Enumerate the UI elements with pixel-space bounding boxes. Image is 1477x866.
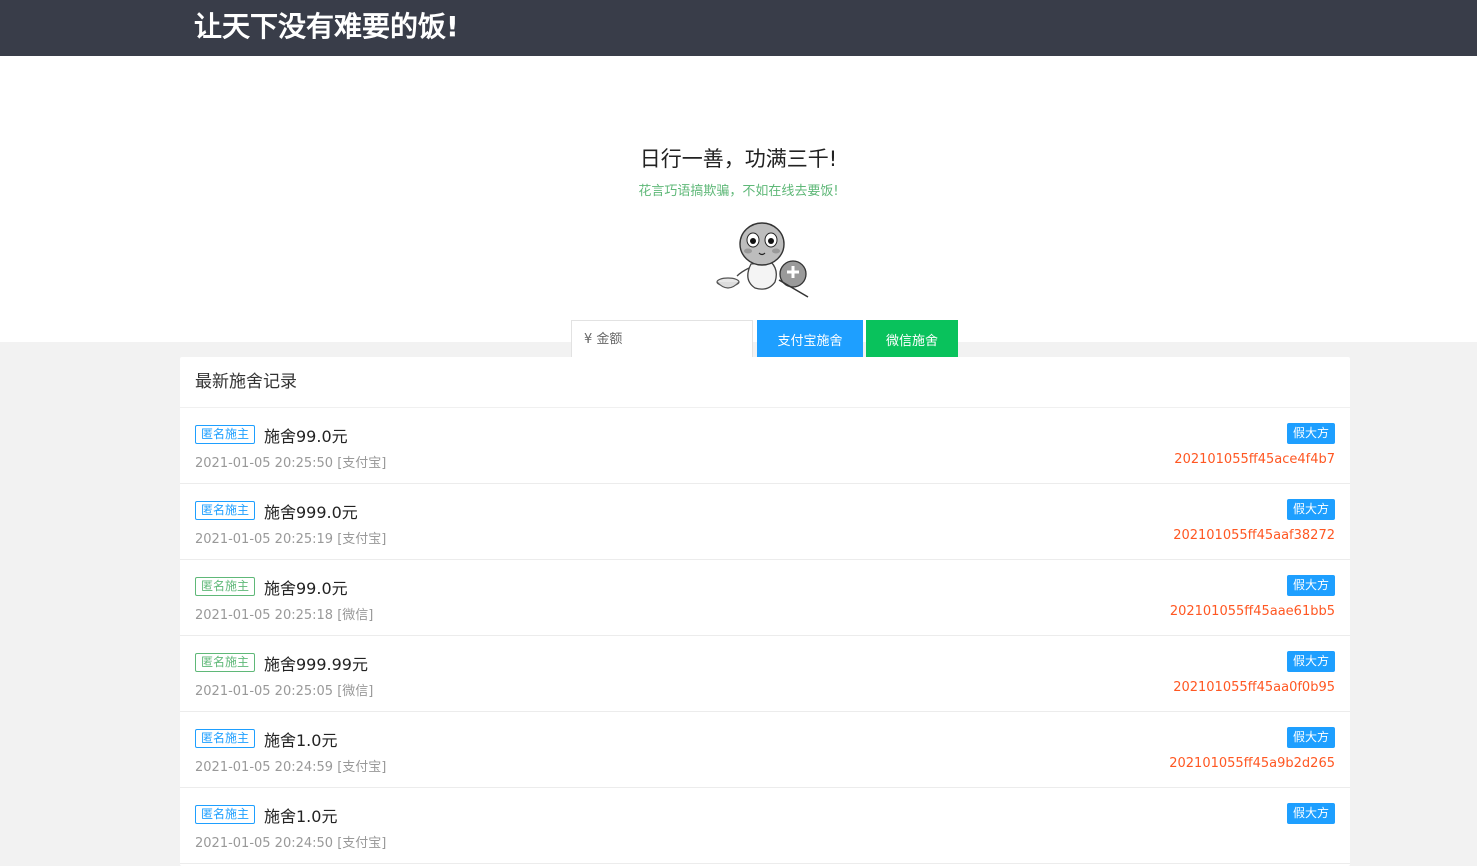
payment-method: [微信]: [337, 684, 374, 699]
status-badge: 假大方: [1286, 575, 1335, 596]
payment-method: [微信]: [337, 608, 374, 623]
donation-meta: 2021-01-05 20:25:50 [支付宝]: [195, 452, 386, 471]
site-title: 让天下没有难要的饭!: [194, 10, 459, 43]
payment-method: [支付宝]: [337, 456, 387, 471]
donation-amount: 施舍1.0元: [264, 807, 338, 826]
payment-method: [支付宝]: [337, 532, 387, 547]
donor-tag: 匿名施主: [195, 425, 256, 444]
order-number: 202101055ff45aae61bb5: [1169, 604, 1335, 619]
record-row: 匿名施主 施舍99.0元 2021-01-05 20:25:50 [支付宝] 假大方 2…: [180, 408, 1350, 484]
record-row: 匿名施主 施舍999.0元 2021-01-05 20:25:19 [支付宝] 假大方…: [180, 484, 1350, 560]
payment-method: [支付宝]: [337, 836, 387, 851]
donor-tag: 匿名施主: [195, 805, 256, 824]
order-number: 202101055ff45aaf38272: [1173, 528, 1335, 543]
donation-panel: 日行一善，功满三千! 花言巧语搞欺骗，不如在线去要饭! 支付宝施舍 微信施舍: [0, 56, 1477, 358]
wechat-donate-button[interactable]: 微信施舍: [866, 320, 958, 358]
top-bar: 让天下没有难要的饭!: [0, 0, 1477, 56]
status-badge: 假大方: [1286, 499, 1335, 520]
donation-meta: 2021-01-05 20:25:05 [微信]: [195, 680, 373, 699]
donation-amount: 施舍1.0元: [264, 731, 338, 750]
donation-amount: 施舍99.0元: [264, 579, 348, 598]
record-row: 匿名施主 施舍1.0元 2021-01-05 20:24:50 [支付宝] 假大方: [180, 788, 1350, 864]
donation-time: 2021-01-05 20:25:19: [195, 532, 334, 547]
donation-time: 2021-01-05 20:25:05: [195, 684, 334, 699]
order-number: 202101055ff45aa0f0b95: [1173, 680, 1335, 695]
status-badge: 假大方: [1286, 423, 1335, 444]
donor-tag: 匿名施主: [195, 577, 256, 596]
subheadline: 花言巧语搞欺骗，不如在线去要饭!: [638, 184, 839, 199]
donation-meta: 2021-01-05 20:24:59 [支付宝]: [195, 756, 386, 775]
order-number: 202101055ff45ace4f4b7: [1174, 452, 1335, 467]
donation-amount: 施舍99.0元: [264, 427, 348, 446]
donation-meta: 2021-01-05 20:25:18 [微信]: [195, 604, 373, 623]
status-badge: 假大方: [1286, 803, 1335, 824]
records-title: 最新施舍记录: [180, 357, 1350, 408]
donation-meta: 2021-01-05 20:25:19 [支付宝]: [195, 528, 386, 547]
donation-form: 支付宝施舍 微信施舍: [571, 320, 958, 358]
beggar-illustration: [716, 222, 809, 298]
donor-tag: 匿名施主: [195, 501, 256, 520]
record-list: 匿名施主 施舍99.0元 2021-01-05 20:25:50 [支付宝] 假大方 2…: [180, 408, 1350, 864]
status-badge: 假大方: [1286, 727, 1335, 748]
record-row: 匿名施主 施舍99.0元 2021-01-05 20:25:18 [微信] 假大方 20…: [180, 560, 1350, 636]
records-card: 最新施舍记录 匿名施主 施舍99.0元 2021-01-05 20:25:50 [支…: [180, 357, 1350, 866]
status-badge: 假大方: [1286, 651, 1335, 672]
record-row: 匿名施主 施舍1.0元 2021-01-05 20:24:59 [支付宝] 假大方 20…: [180, 712, 1350, 788]
amount-input[interactable]: [571, 320, 753, 358]
donation-time: 2021-01-05 20:24:59: [195, 760, 334, 775]
donor-tag: 匿名施主: [195, 653, 256, 672]
payment-method: [支付宝]: [337, 760, 387, 775]
donation-meta: 2021-01-05 20:24:50 [支付宝]: [195, 832, 386, 851]
donation-time: 2021-01-05 20:24:50: [195, 836, 334, 851]
donor-tag: 匿名施主: [195, 729, 256, 748]
donation-time: 2021-01-05 20:25:18: [195, 608, 334, 623]
order-number: 202101055ff45a9b2d265: [1169, 756, 1335, 771]
record-row: 匿名施主 施舍999.99元 2021-01-05 20:25:05 [微信] 假大方…: [180, 636, 1350, 712]
headline: 日行一善，功满三千!: [639, 147, 838, 171]
alipay-donate-button[interactable]: 支付宝施舍: [757, 320, 863, 358]
donation-amount: 施舍999.0元: [264, 503, 358, 522]
donation-time: 2021-01-05 20:25:50: [195, 456, 334, 471]
donation-amount: 施舍999.99元: [264, 655, 368, 674]
